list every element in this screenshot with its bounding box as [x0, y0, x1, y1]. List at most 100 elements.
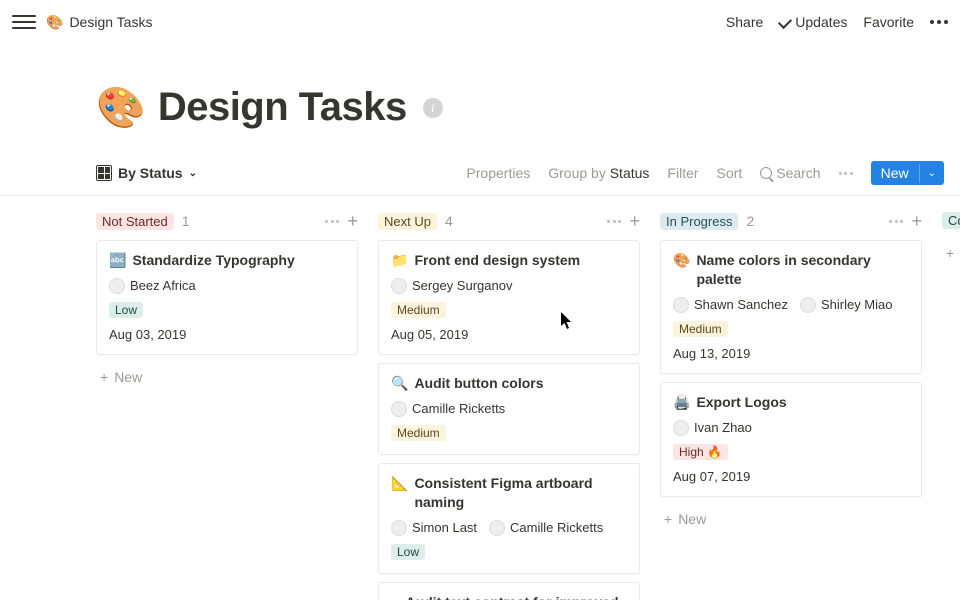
chevron-down-icon: ⌄: [189, 168, 197, 179]
board-card[interactable]: 🎨Name colors in secondary palette Shawn S…: [660, 240, 922, 374]
add-card-icon[interactable]: +: [911, 212, 922, 230]
board-card[interactable]: ◐Audit text contrast for improved access…: [378, 582, 640, 600]
view-switcher[interactable]: By Status ⌄: [96, 165, 197, 181]
person: Ivan Zhao: [673, 420, 752, 436]
person: Shirley Miao: [800, 297, 893, 313]
page-icon[interactable]: 🎨: [96, 84, 146, 131]
card-date: Aug 07, 2019: [673, 469, 909, 484]
add-card-icon[interactable]: +: [629, 212, 640, 230]
view-label: By Status: [118, 165, 183, 181]
priority-badge: High 🔥: [673, 444, 728, 460]
avatar: [391, 401, 407, 417]
card-people: Ivan Zhao: [673, 420, 909, 436]
avatar: [489, 520, 505, 536]
card-icon: ◐: [391, 593, 399, 600]
avatar: [109, 278, 125, 294]
new-button[interactable]: New ⌄: [871, 161, 944, 185]
card-people: Beez Africa: [109, 278, 345, 294]
favorite-button[interactable]: Favorite: [863, 14, 914, 30]
board-column: Not Started 1 + 🔤Standardize Typography Beez…: [96, 210, 358, 600]
group-by-button[interactable]: Group by Status: [548, 165, 649, 181]
chevron-down-icon[interactable]: ⌄: [919, 164, 944, 183]
add-card-button[interactable]: +New: [660, 505, 922, 533]
card-title: 🔤Standardize Typography: [109, 251, 345, 270]
card-icon: 📐: [391, 474, 408, 493]
card-date: Aug 05, 2019: [391, 327, 627, 342]
column-header: In Progress 2 +: [660, 210, 922, 240]
add-card-icon[interactable]: +: [347, 212, 358, 230]
updates-button[interactable]: Updates: [779, 14, 847, 30]
priority-badge: Medium: [391, 425, 446, 441]
board-column: Next Up 4 + 📁Front end design system Sergey …: [378, 210, 640, 600]
card-date: Aug 03, 2019: [109, 327, 345, 342]
view-more-icon[interactable]: [839, 172, 853, 175]
column-header: Next Up 4 +: [378, 210, 640, 240]
menu-icon[interactable]: [12, 10, 36, 34]
add-card-button[interactable]: +New: [96, 363, 358, 391]
column-header: Not Started 1 +: [96, 210, 358, 240]
search-button[interactable]: Search: [760, 165, 820, 181]
page-title[interactable]: Design Tasks: [158, 85, 407, 130]
topbar: 🎨 Design Tasks Share Updates Favorite: [0, 0, 960, 44]
person: Camille Ricketts: [391, 401, 505, 417]
card-title: 📁Front end design system: [391, 251, 627, 270]
board-card[interactable]: 🔍Audit button colors Camille Ricketts Medi…: [378, 363, 640, 455]
card-icon: 🎨: [673, 251, 690, 270]
plus-icon: +: [946, 245, 954, 261]
person: Camille Ricketts: [489, 520, 603, 536]
priority-badge: Medium: [391, 302, 446, 318]
card-icon: 🖨️: [673, 393, 690, 412]
card-people: Sergey Surganov: [391, 278, 627, 294]
column-count: 2: [746, 213, 754, 229]
board-card[interactable]: 📐Consistent Figma artboard naming Simon L…: [378, 463, 640, 574]
board: Not Started 1 + 🔤Standardize Typography Beez…: [96, 196, 960, 600]
search-icon: [760, 167, 772, 179]
card-people: Camille Ricketts: [391, 401, 627, 417]
check-icon: [778, 15, 792, 29]
breadcrumb[interactable]: 🎨 Design Tasks: [46, 14, 152, 31]
avatar: [673, 420, 689, 436]
card-date: Aug 13, 2019: [673, 346, 909, 361]
card-title: 📐Consistent Figma artboard naming: [391, 474, 627, 512]
priority-badge: Medium: [673, 321, 728, 337]
priority-badge: Low: [109, 302, 143, 318]
status-pill[interactable]: In Progress: [660, 213, 738, 230]
card-icon: 🔤: [109, 251, 126, 270]
breadcrumb-title: Design Tasks: [69, 14, 152, 30]
status-pill[interactable]: Next Up: [378, 213, 437, 230]
more-icon[interactable]: [930, 20, 948, 24]
card-title: 🔍Audit button colors: [391, 374, 627, 393]
board-card[interactable]: 🔤Standardize Typography Beez Africa Low Aug…: [96, 240, 358, 355]
column-count: 1: [182, 213, 190, 229]
card-title: 🎨Name colors in secondary palette: [673, 251, 909, 289]
properties-button[interactable]: Properties: [466, 165, 530, 181]
column-count: 4: [445, 213, 453, 229]
person: Sergey Surganov: [391, 278, 512, 294]
share-button[interactable]: Share: [726, 14, 763, 30]
card-people: Simon Last Camille Ricketts: [391, 520, 627, 536]
add-card-button[interactable]: +N: [942, 239, 960, 267]
filter-button[interactable]: Filter: [667, 165, 698, 181]
column-more-icon[interactable]: [889, 220, 903, 223]
card-title: ◐Audit text contrast for improved access…: [391, 593, 627, 600]
avatar: [673, 297, 689, 313]
avatar: [800, 297, 816, 313]
person: Simon Last: [391, 520, 477, 536]
info-icon[interactable]: i: [423, 98, 443, 118]
board-card[interactable]: 📁Front end design system Sergey Surganov M…: [378, 240, 640, 355]
column-more-icon[interactable]: [607, 220, 621, 223]
card-icon: 🔍: [391, 374, 408, 393]
priority-badge: Low: [391, 544, 425, 560]
avatar: [391, 520, 407, 536]
sort-button[interactable]: Sort: [717, 165, 743, 181]
column-more-icon[interactable]: [325, 220, 339, 223]
board-card[interactable]: 🖨️Export LogosIvan ZhaoHigh 🔥Aug 07, 201…: [660, 382, 922, 497]
card-icon: 📁: [391, 251, 408, 270]
plus-icon: +: [100, 369, 108, 385]
person: Beez Africa: [109, 278, 196, 294]
card-people: Shawn SanchezShirley Miao: [673, 297, 909, 313]
status-pill[interactable]: Com: [942, 212, 960, 229]
status-pill[interactable]: Not Started: [96, 213, 174, 230]
plus-icon: +: [664, 511, 672, 527]
board-icon: [96, 165, 112, 181]
